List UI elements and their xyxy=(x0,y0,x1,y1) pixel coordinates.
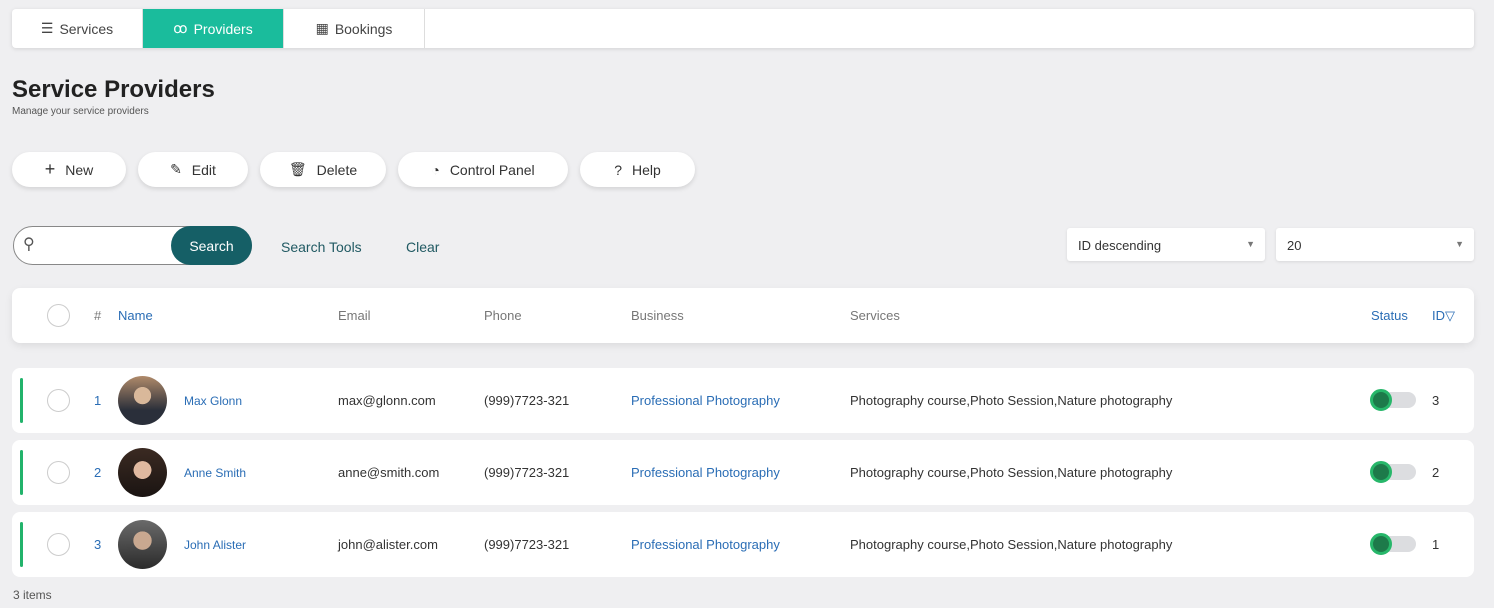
active-indicator xyxy=(20,522,23,567)
status-toggle[interactable] xyxy=(1370,533,1416,555)
sort-desc-icon: ▽ xyxy=(1445,308,1455,323)
search-button[interactable]: Search xyxy=(171,226,252,265)
search-icon: ⚲ xyxy=(23,236,35,253)
question-icon: ? xyxy=(614,161,622,178)
provider-name-link[interactable]: John Alister xyxy=(184,538,246,552)
new-button[interactable]: + New xyxy=(12,152,126,187)
active-indicator xyxy=(20,378,23,423)
page-size-select[interactable]: 20 ▼ xyxy=(1276,228,1474,261)
chevron-down-icon: ▼ xyxy=(1455,239,1464,249)
column-name[interactable]: Name xyxy=(118,308,153,323)
item-count: 3 items xyxy=(13,588,52,602)
row-checkbox[interactable] xyxy=(47,533,70,556)
row-checkbox[interactable] xyxy=(47,461,70,484)
row-checkbox[interactable] xyxy=(47,389,70,412)
delete-button[interactable]: 🗑 Delete xyxy=(260,152,386,187)
avatar xyxy=(118,520,167,569)
table-row[interactable]: 2 Anne Smith anne@smith.com (999)7723-32… xyxy=(12,440,1474,505)
column-status[interactable]: Status xyxy=(1371,308,1408,323)
tab-bookings[interactable]: ▦ Bookings xyxy=(284,9,425,48)
business-link[interactable]: Professional Photography xyxy=(631,537,780,552)
tab-bar: ☰ Services ꝏ Providers ▦ Bookings xyxy=(12,9,1474,48)
select-all-checkbox[interactable] xyxy=(47,304,70,327)
tab-providers[interactable]: ꝏ Providers xyxy=(143,9,284,48)
avatar xyxy=(118,376,167,425)
page-title: Service Providers xyxy=(12,76,215,103)
users-icon: ꝏ xyxy=(173,20,188,36)
business-link[interactable]: Professional Photography xyxy=(631,465,780,480)
provider-name-link[interactable]: Anne Smith xyxy=(184,466,246,480)
table-header: # Name Email Phone Business Services Sta… xyxy=(12,288,1474,343)
sort-select[interactable]: ID descending ▼ xyxy=(1067,228,1265,261)
column-id[interactable]: ID▽ xyxy=(1432,308,1455,324)
table-row[interactable]: 1 Max Glonn max@glonn.com (999)7723-321 … xyxy=(12,368,1474,433)
edit-icon: ✎ xyxy=(170,161,182,177)
gauge-icon: ◔ xyxy=(431,161,440,178)
tab-services[interactable]: ☰ Services xyxy=(12,9,143,48)
control-panel-button[interactable]: ◔ Control Panel xyxy=(398,152,568,187)
status-toggle[interactable] xyxy=(1370,389,1416,411)
edit-button[interactable]: ✎ Edit xyxy=(138,152,248,187)
business-link[interactable]: Professional Photography xyxy=(631,393,780,408)
list-icon: ☰ xyxy=(40,20,54,36)
avatar xyxy=(118,448,167,497)
active-indicator xyxy=(20,450,23,495)
calendar-icon: ▦ xyxy=(315,20,329,36)
chevron-down-icon: ▼ xyxy=(1246,239,1255,249)
clear-link[interactable]: Clear xyxy=(406,239,439,255)
help-button[interactable]: ? Help xyxy=(580,152,695,187)
trash-icon: 🗑 xyxy=(288,161,307,177)
status-toggle[interactable] xyxy=(1370,461,1416,483)
page-subtitle: Manage your service providers xyxy=(12,106,149,117)
table-row[interactable]: 3 John Alister john@alister.com (999)772… xyxy=(12,512,1474,577)
plus-icon: + xyxy=(44,159,56,179)
provider-name-link[interactable]: Max Glonn xyxy=(184,394,242,408)
search-tools-link[interactable]: Search Tools xyxy=(281,239,362,255)
